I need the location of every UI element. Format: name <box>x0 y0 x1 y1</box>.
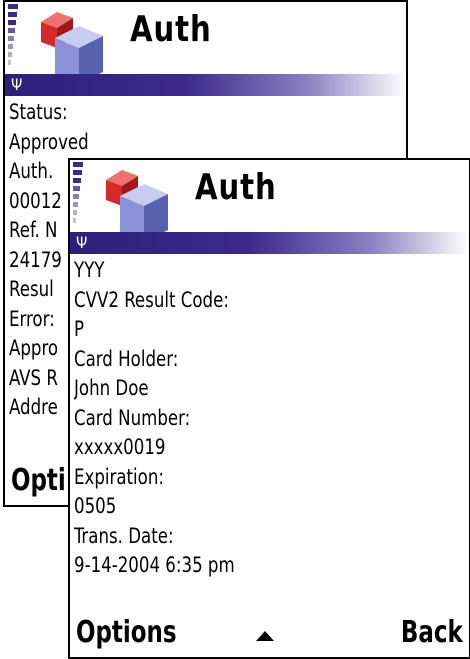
antenna-icon: Ψ <box>76 233 88 252</box>
list-item: Card Holder: <box>74 346 179 371</box>
list-item: xxxxx0019 <box>74 435 166 459</box>
signal-strength-icon <box>73 162 91 232</box>
list-item: Approved <box>9 129 89 154</box>
antenna-icon: Ψ <box>11 75 23 94</box>
title-pane: Auth Ψ <box>5 2 406 96</box>
navi-pane: Ψ <box>70 232 469 254</box>
options-softkey[interactable]: Opti <box>11 461 66 501</box>
navi-pane: Ψ <box>5 74 406 96</box>
page-title: Auth <box>195 167 277 208</box>
list-item: 9-14-2004 6:35 pm <box>74 553 235 577</box>
auth-screen-front: Auth Ψ YYY CVV2 Result Code: P Card Hold… <box>68 158 470 659</box>
list-item: John Doe <box>74 376 149 400</box>
back-softkey[interactable]: Back <box>401 613 463 653</box>
list-item: Trans. Date: <box>74 523 174 548</box>
list-item: CVV2 Result Code: <box>74 287 229 312</box>
list-item: Card Number: <box>74 405 191 430</box>
options-softkey[interactable]: Options <box>76 613 177 653</box>
detail-list: YYY CVV2 Result Code: P Card Holder: Joh… <box>74 256 465 581</box>
list-item: P <box>74 317 85 341</box>
list-item: Expiration: <box>74 464 164 489</box>
list-item: 0505 <box>74 494 117 518</box>
page-title: Auth <box>130 9 212 50</box>
title-pane: Auth Ψ <box>70 160 469 254</box>
signal-strength-icon <box>8 4 26 74</box>
list-item: YYY <box>74 258 105 282</box>
scroll-up-arrow-icon <box>256 631 274 641</box>
softkey-bar: Options Back <box>70 611 469 657</box>
list-item: Status: <box>9 100 68 124</box>
